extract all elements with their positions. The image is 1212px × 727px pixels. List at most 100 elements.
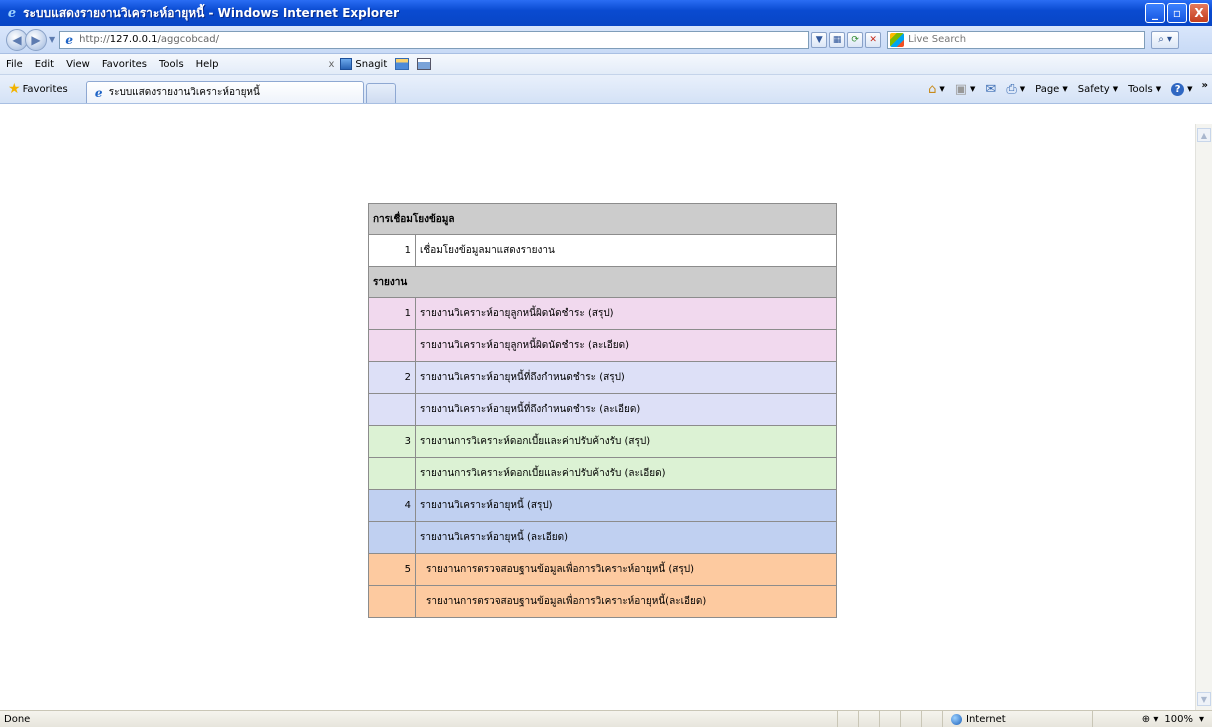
page-icon: e [65, 32, 73, 47]
maximize-button[interactable]: ▫ [1167, 3, 1187, 23]
window-title-bar[interactable]: e ระบบแสดงรายงานวิเคราะห์อายุหนี้ - Wind… [0, 0, 1212, 26]
status-segments: Internet ⊕ ▾ 100% ▾ [837, 711, 1212, 727]
command-bar: ⌂ ▼ ▣ ▼ ✉ ⎙ ▼ Page ▼ Safety ▼ Tools ▼ ? ▼ » [923, 80, 1208, 97]
row-number: 4 [368, 489, 416, 522]
mail-icon: ✉ [985, 81, 997, 97]
new-tab-button[interactable] [365, 83, 396, 103]
scroll-down-icon[interactable]: ▼ [1197, 692, 1211, 706]
row-number: 5 [368, 553, 416, 586]
status-bar: Done Internet ⊕ ▾ 100% ▾ [0, 710, 1212, 727]
zoom-control[interactable]: ⊕ ▾ 100% ▾ [1092, 711, 1212, 727]
recent-pages-dropdown-icon[interactable]: ▼ [49, 35, 55, 44]
status-segment [837, 711, 858, 727]
menu-bar: File Edit View Favorites Tools Help x Sn… [0, 54, 1212, 75]
toolbar-overflow-icon[interactable]: » [1202, 80, 1208, 91]
report-row[interactable]: รายงานการวิเคราะห์ดอกเบี้ยและค่าปรับค้าง… [368, 457, 837, 490]
help-button[interactable]: ? ▼ [1171, 82, 1193, 96]
report-link[interactable]: รายงานวิเคราะห์อายุลูกหนี้ผิดนัดชำระ (สร… [415, 297, 837, 330]
chevron-down-icon: ▼ [1155, 85, 1162, 93]
compatibility-icon: ▦ [832, 34, 842, 45]
menu-favorites[interactable]: Favorites [96, 59, 153, 70]
report-row[interactable]: 5 รายงานการตรวจสอบฐานข้อมูลเพื่อการวิเครา… [368, 553, 837, 586]
row-number [368, 521, 416, 554]
close-button[interactable]: X [1189, 3, 1209, 23]
report-link[interactable]: รายงานการวิเคราะห์ดอกเบี้ยและค่าปรับค้าง… [415, 425, 837, 458]
snagit-capture-icon[interactable] [395, 58, 410, 70]
stop-button[interactable]: ✕ [865, 31, 882, 48]
status-segment [921, 711, 942, 727]
tab-page-icon: e [94, 85, 103, 100]
toolbar-close-icon[interactable]: x [328, 59, 334, 70]
browser-tab[interactable]: e ระบบแสดงรายงานวิเคราะห์อายุหนี้ [85, 81, 364, 103]
report-link[interactable]: รายงานวิเคราะห์อายุหนี้ที่ถึงกำหนดชำระ (… [415, 393, 837, 426]
menu-tools[interactable]: Tools [153, 59, 190, 70]
section-header-row: รายงาน [368, 266, 837, 298]
address-dropdown-button[interactable]: ▼ [811, 31, 828, 48]
report-link[interactable]: รายงานวิเคราะห์อายุลูกหนี้ผิดนัดชำระ (ละ… [415, 329, 837, 362]
report-row[interactable]: 2 รายงานวิเคราะห์อายุหนี้ที่ถึงกำหนดชำระ … [368, 361, 837, 394]
report-row[interactable]: 1 รายงานวิเคราะห์อายุลูกหนี้ผิดนัดชำระ (ส… [368, 297, 837, 330]
feeds-button[interactable]: ▣ ▼ [955, 82, 976, 97]
report-row[interactable]: 3 รายงานการวิเคราะห์ดอกเบี้ยและค่าปรับค้า… [368, 425, 837, 458]
snagit-button[interactable]: Snagit [340, 58, 387, 70]
window-title: ระบบแสดงรายงานวิเคราะห์อายุหนี้ - Window… [23, 5, 400, 20]
forward-button[interactable]: ▶ [25, 28, 47, 51]
print-button[interactable]: ⎙ ▼ [1006, 82, 1025, 97]
globe-icon [951, 713, 962, 725]
chevron-down-icon: ▼ [1019, 85, 1026, 93]
report-link[interactable]: เชื่อมโยงข้อมูลมาแสดงรายงาน [415, 234, 837, 267]
row-number: 1 [368, 234, 416, 267]
favorites-button[interactable]: ★ Favorites [8, 81, 68, 97]
ie-logo-icon: e [7, 5, 17, 21]
report-row[interactable]: รายงานวิเคราะห์อายุหนี้ที่ถึงกำหนดชำระ (… [368, 393, 837, 426]
refresh-icon: ⟳ [851, 34, 859, 45]
report-link[interactable]: รายงานวิเคราะห์อายุหนี้ที่ถึงกำหนดชำระ (… [415, 361, 837, 394]
search-box[interactable] [887, 30, 1146, 49]
report-row[interactable]: 4 รายงานวิเคราะห์อายุหนี้ (สรุป) [368, 489, 837, 522]
mail-button[interactable]: ✉ [985, 82, 996, 97]
report-row[interactable]: 1 เชื่อมโยงข้อมูลมาแสดงรายงาน [368, 234, 837, 267]
protected-mode-icon[interactable]: ⊕ ▾ [1142, 714, 1159, 725]
report-row[interactable]: รายงานวิเคราะห์อายุลูกหนี้ผิดนัดชำระ (ละ… [368, 329, 837, 362]
tools-menu[interactable]: Tools ▼ [1128, 84, 1161, 95]
report-link[interactable]: รายงานวิเคราะห์อายุหนี้ (สรุป) [415, 489, 837, 522]
menu-view[interactable]: View [60, 59, 96, 70]
chevron-down-icon: ▼ [1062, 85, 1068, 93]
scroll-up-icon[interactable]: ▲ [1197, 128, 1211, 142]
home-icon: ⌂ [928, 81, 937, 97]
snagit-window-icon[interactable] [417, 58, 432, 70]
minimize-button[interactable]: _ [1145, 3, 1165, 23]
report-menu-table: การเชื่อมโยงข้อมูล 1 เชื่อมโยงข้อมูลมาแสดง… [368, 203, 837, 618]
home-button[interactable]: ⌂ ▼ [928, 82, 945, 97]
address-url[interactable]: http://127.0.0.1/aggcobcad/ [79, 34, 219, 45]
report-link[interactable]: รายงานการวิเคราะห์ดอกเบี้ยและค่าปรับค้าง… [415, 457, 837, 490]
row-number: 3 [368, 425, 416, 458]
safety-menu[interactable]: Safety ▼ [1078, 84, 1118, 95]
report-row[interactable]: รายงานวิเคราะห์อายุหนี้ (ละเอียด) [368, 521, 837, 554]
row-number: 2 [368, 361, 416, 394]
address-toolbar: ◀ ▶ ▼ e http://127.0.0.1/aggcobcad/ ▼ ▦ … [0, 26, 1212, 54]
search-input[interactable] [908, 34, 1109, 45]
menu-edit[interactable]: Edit [29, 59, 60, 70]
address-bar[interactable]: e http://127.0.0.1/aggcobcad/ [59, 30, 810, 49]
report-link[interactable]: รายงานวิเคราะห์อายุหนี้ (ละเอียด) [415, 521, 837, 554]
search-button[interactable]: ⌕ ▾ [1151, 30, 1180, 49]
print-icon: ⎙ [1006, 81, 1017, 97]
window-controls: _ ▫ X [1145, 3, 1209, 23]
status-segment [879, 711, 900, 727]
row-number [368, 457, 416, 490]
compatibility-view-button[interactable]: ▦ [829, 31, 846, 48]
forward-arrow-icon: ▶ [31, 32, 41, 47]
row-number [368, 329, 416, 362]
menu-help[interactable]: Help [190, 59, 225, 70]
page-menu[interactable]: Page ▼ [1035, 84, 1068, 95]
menu-file[interactable]: File [0, 59, 29, 70]
favorites-label: Favorites [22, 83, 68, 95]
report-link[interactable]: รายงานการตรวจสอบฐานข้อมูลเพื่อการวิเคราะ… [415, 553, 837, 586]
status-segment [900, 711, 921, 727]
refresh-button[interactable]: ⟳ [847, 31, 864, 48]
report-row[interactable]: รายงานการตรวจสอบฐานข้อมูลเพื่อการวิเคราะ… [368, 585, 837, 618]
security-zone[interactable]: Internet [942, 711, 1092, 727]
report-link[interactable]: รายงานการตรวจสอบฐานข้อมูลเพื่อการวิเคราะ… [415, 585, 837, 618]
vertical-scrollbar[interactable]: ▲ ▼ [1195, 124, 1212, 710]
